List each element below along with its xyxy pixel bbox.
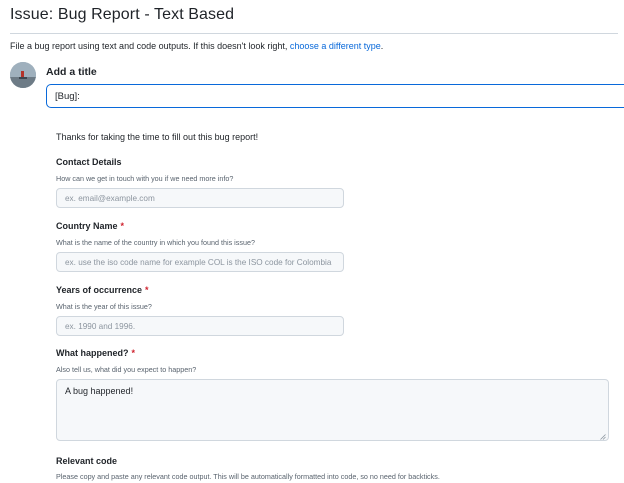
what-happened-label-text: What happened?	[56, 348, 129, 358]
required-asterisk: *	[120, 221, 125, 231]
intro-text: File a bug report using text and code ou…	[10, 41, 383, 51]
what-happened-description: Also tell us, what did you expect to hap…	[56, 365, 197, 374]
years-label: Years of occurrence *	[56, 285, 149, 295]
intro-message: File a bug report using text and code ou…	[10, 41, 290, 51]
what-happened-textarea[interactable]: A bug happened!	[56, 379, 609, 441]
resize-handle-icon[interactable]	[600, 434, 606, 440]
country-name-label: Country Name *	[56, 221, 124, 231]
relevant-code-label: Relevant code	[56, 456, 117, 466]
country-name-input[interactable]	[56, 252, 344, 272]
relevant-code-label-text: Relevant code	[56, 456, 118, 466]
page-title: Issue: Bug Report - Text Based	[10, 6, 235, 23]
contact-details-label: Contact Details	[56, 157, 122, 167]
avatar-image	[10, 62, 36, 88]
intro-period: .	[380, 41, 384, 51]
add-title-label: Add a title	[46, 66, 97, 78]
relevant-code-description: Please copy and paste any relevant code …	[56, 472, 440, 481]
country-name-label-text: Country Name	[56, 221, 118, 231]
years-description: What is the year of this issue?	[56, 302, 152, 311]
contact-details-input[interactable]	[56, 188, 344, 208]
contact-details-description: How can we get in touch with you if we n…	[56, 174, 234, 183]
country-name-description: What is the name of the country in which…	[56, 238, 255, 247]
avatar[interactable]	[10, 62, 36, 88]
thanks-message: Thanks for taking the time to fill out t…	[56, 132, 259, 142]
title-divider	[10, 33, 618, 34]
choose-different-type-link[interactable]: choose a different type	[290, 41, 381, 51]
what-happened-label: What happened? *	[56, 348, 135, 358]
title-input[interactable]	[46, 84, 624, 108]
contact-details-label-text: Contact Details	[56, 157, 122, 167]
years-label-text: Years of occurrence	[56, 285, 143, 295]
required-asterisk: *	[131, 348, 136, 358]
required-asterisk: *	[145, 285, 149, 295]
years-input[interactable]	[56, 316, 344, 336]
